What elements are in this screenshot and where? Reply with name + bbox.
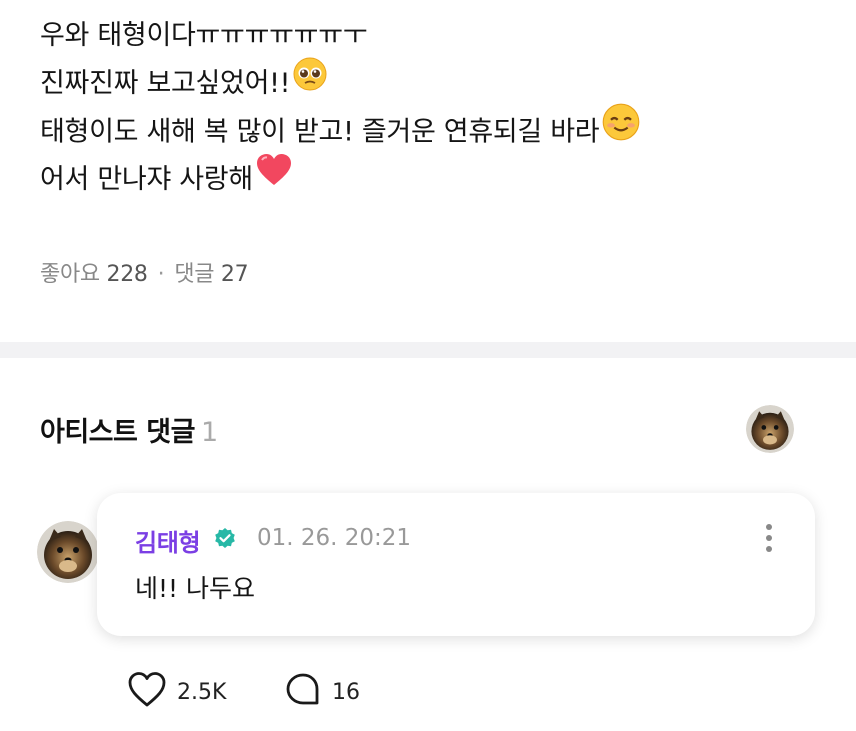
post-line-1: 우와 태형이다ㅠㅠㅠㅠㅠㅠㅜ: [40, 20, 368, 51]
reply-count: 16: [332, 679, 360, 705]
post-line-4: 어서 만나쟈 사랑해: [40, 153, 840, 204]
red-heart-icon: [255, 152, 293, 204]
post-line-3: 태형이도 새해 복 많이 받고! 즐거운 연휴되길 바라: [40, 103, 840, 156]
like-count: 2.5K: [177, 679, 227, 705]
reply-button[interactable]: 16: [284, 670, 360, 714]
stats-separator: ·: [157, 262, 165, 287]
pleading-face-icon: [292, 56, 328, 108]
comments-count: 27: [220, 262, 249, 287]
post-stats: 좋아요 228 · 댓글 27: [40, 256, 249, 288]
artist-comments-count: 1: [200, 417, 218, 448]
comments-label: 댓글: [174, 262, 215, 287]
post-line-2: 진짜진짜 보고싶었어!!: [40, 57, 840, 108]
comment-author-avatar[interactable]: [37, 521, 99, 583]
more-options-icon[interactable]: [759, 521, 779, 557]
post-content: 우와 태형이다ㅠㅠㅠㅠㅠㅠㅜ 진짜진짜 보고싶었어!! 태형이도 새해 복 많이…: [40, 12, 840, 204]
comment-author-name[interactable]: 김태형: [135, 523, 201, 558]
likes-count: 228: [106, 262, 148, 287]
speech-bubble-icon: [284, 671, 322, 713]
likes-label: 좋아요: [40, 262, 100, 287]
artist-comment-card: 김태형 01. 26. 20:21 네!! 나두요: [97, 493, 815, 636]
verified-badge-icon: [213, 527, 237, 551]
comment-timestamp: 01. 26. 20:21: [257, 525, 412, 551]
section-divider: [0, 342, 856, 358]
comment-text: 네!! 나두요: [135, 574, 255, 603]
artist-avatar-small[interactable]: [746, 405, 794, 453]
heart-icon: [127, 671, 167, 713]
smiling-face-icon: [601, 102, 641, 158]
like-button[interactable]: 2.5K: [127, 670, 226, 714]
artist-comments-title: 아티스트 댓글 1: [40, 417, 218, 448]
